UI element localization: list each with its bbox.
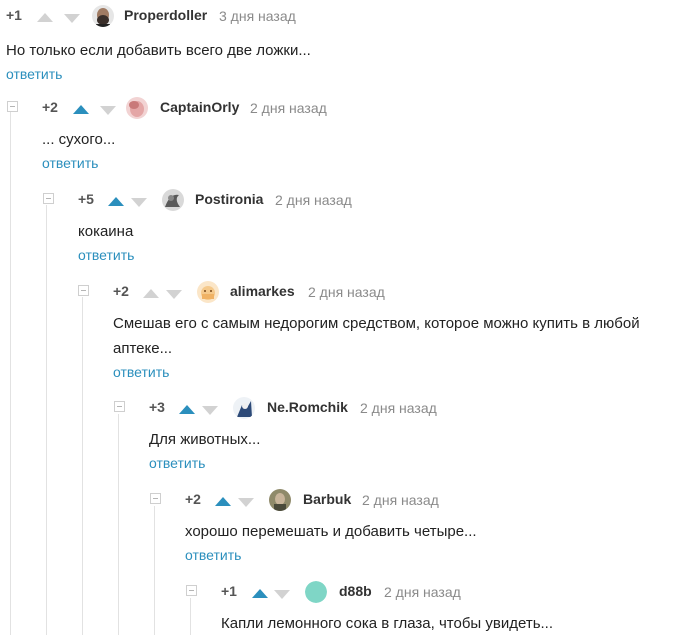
vote-down-icon[interactable] <box>100 106 116 115</box>
vote-up-icon[interactable] <box>37 13 53 22</box>
teal-circle-avatar-icon <box>305 581 327 603</box>
thread-line <box>118 414 119 635</box>
vote-down-icon[interactable] <box>64 14 80 23</box>
comment-text: ... сухого... <box>42 131 116 148</box>
timestamp[interactable]: 2 дня назад <box>384 584 461 600</box>
collapse-toggle-icon[interactable] <box>186 585 197 596</box>
comment-rating: +1 <box>221 583 237 599</box>
vote-up-icon[interactable] <box>179 405 195 414</box>
comment-text: Смешав его с самым недорогим средством, … <box>113 315 640 357</box>
user-avatar[interactable] <box>92 5 114 27</box>
vote-up-icon[interactable] <box>143 289 159 298</box>
timestamp[interactable]: 2 дня назад <box>308 284 385 300</box>
comment-text: хорошо перемешать и добавить четыре... <box>185 523 477 540</box>
reply-link[interactable]: ответить <box>149 455 205 471</box>
timestamp[interactable]: 2 дня назад <box>250 100 327 116</box>
username[interactable]: Properdoller <box>124 7 207 23</box>
collapse-toggle-icon[interactable] <box>114 401 125 412</box>
collapse-toggle-icon[interactable] <box>43 193 54 204</box>
username[interactable]: d88b <box>339 583 372 599</box>
user-avatar[interactable] <box>126 97 148 119</box>
reply-link[interactable]: ответить <box>78 247 134 263</box>
collapse-toggle-icon[interactable] <box>150 493 161 504</box>
vote-up-icon[interactable] <box>108 197 124 206</box>
man-portrait-avatar-icon <box>269 489 291 511</box>
comment-header: +2 Barbuk 2 дня назад <box>185 489 700 511</box>
bearded-man-avatar-icon <box>92 5 114 27</box>
username[interactable]: Postironia <box>195 191 263 207</box>
timestamp[interactable]: 2 дня назад <box>360 400 437 416</box>
vote-down-icon[interactable] <box>202 406 218 415</box>
comment: +3 Ne.Romchik 2 дня назад Для животных..… <box>114 397 700 473</box>
thread-line <box>190 598 191 635</box>
thread-line <box>82 297 83 635</box>
username[interactable]: Ne.Romchik <box>267 399 348 415</box>
comment-rating: +3 <box>149 399 165 415</box>
comment-header: +1 Properdoller 3 дня назад <box>6 5 700 27</box>
comment-rating: +2 <box>185 491 201 507</box>
comment: +1 Properdoller 3 дня назад Но только ес… <box>6 5 700 84</box>
timestamp[interactable]: 2 дня назад <box>275 192 352 208</box>
username[interactable]: Barbuk <box>303 491 351 507</box>
comment-rating: +1 <box>6 7 22 23</box>
username[interactable]: alimarkes <box>230 283 295 299</box>
comment: +2 Barbuk 2 дня назад хорошо перемешать … <box>150 489 700 565</box>
vote-down-icon[interactable] <box>238 498 254 507</box>
vote-down-icon[interactable] <box>131 198 147 207</box>
comment-text: Капли лемонного сока в глаза, чтобы увид… <box>221 615 554 632</box>
vote-up-icon[interactable] <box>73 105 89 114</box>
user-avatar[interactable] <box>233 397 255 419</box>
user-avatar[interactable] <box>197 281 219 303</box>
vote-up-icon[interactable] <box>215 497 231 506</box>
comment-text: Но только если добавить всего две ложки.… <box>6 42 311 59</box>
comment: +5 Postironia 2 дня назад кокаина ответи… <box>43 189 700 265</box>
thread-line <box>10 112 11 635</box>
comment-rating: +5 <box>78 191 94 207</box>
cartoon-avatar-icon <box>197 281 219 303</box>
reply-link[interactable]: ответить <box>6 66 62 82</box>
thread-line <box>154 506 155 635</box>
comment-header: +2 CaptainOrly 2 дня назад <box>42 97 700 119</box>
timestamp[interactable]: 2 дня назад <box>362 492 439 508</box>
gray-figure-avatar-icon <box>162 189 184 211</box>
pink-face-avatar-icon <box>126 97 148 119</box>
comment-rating: +2 <box>42 99 58 115</box>
comment-header: +2 alimarkes 2 дня назад <box>113 281 700 303</box>
comment-header: +3 Ne.Romchik 2 дня назад <box>149 397 700 419</box>
comment: +2 alimarkes 2 дня назад Смешав его с са… <box>78 281 700 382</box>
vote-down-icon[interactable] <box>274 590 290 599</box>
comment: +2 CaptainOrly 2 дня назад ... сухого...… <box>7 97 700 173</box>
thread-line <box>46 205 47 635</box>
collapse-toggle-icon[interactable] <box>7 101 18 112</box>
comment-header: +1 d88b 2 дня назад <box>221 581 700 603</box>
timestamp[interactable]: 3 дня назад <box>219 8 296 24</box>
user-avatar[interactable] <box>269 489 291 511</box>
blue-figure-avatar-icon <box>233 397 255 419</box>
comment-text: Для животных... <box>149 431 261 448</box>
collapse-toggle-icon[interactable] <box>78 285 89 296</box>
comment-text: кокаина <box>78 223 134 240</box>
reply-link[interactable]: ответить <box>185 547 241 563</box>
comment-rating: +2 <box>113 283 129 299</box>
vote-up-icon[interactable] <box>252 589 268 598</box>
comment-header: +5 Postironia 2 дня назад <box>78 189 700 211</box>
reply-link[interactable]: ответить <box>42 155 98 171</box>
user-avatar[interactable] <box>305 581 327 603</box>
comment: +1 d88b 2 дня назад Капли лемонного сока… <box>186 581 700 636</box>
vote-down-icon[interactable] <box>166 290 182 299</box>
username[interactable]: CaptainOrly <box>160 99 239 115</box>
reply-link[interactable]: ответить <box>113 364 169 380</box>
user-avatar[interactable] <box>162 189 184 211</box>
